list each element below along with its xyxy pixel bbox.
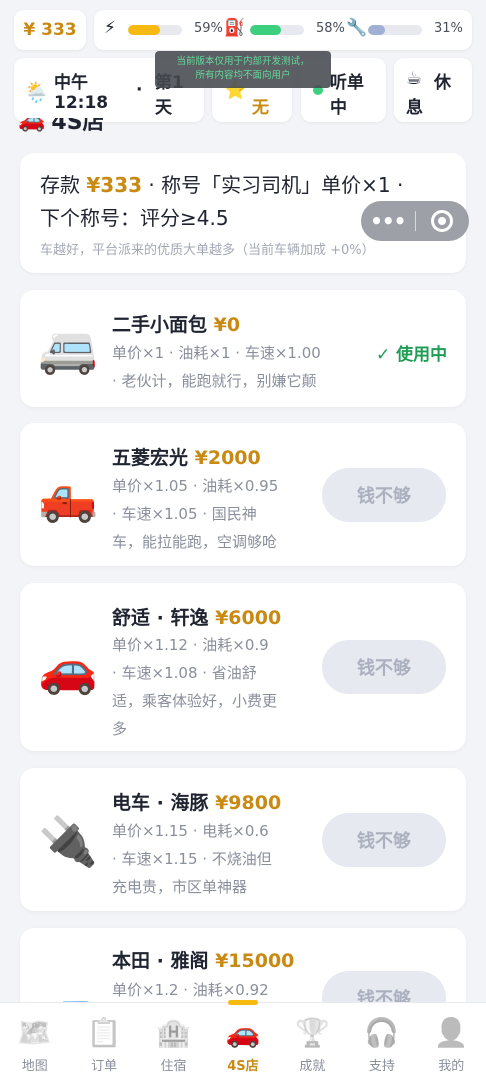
tab-profile[interactable]: 👤 我的 (417, 1003, 486, 1080)
energy-percent: 59% (194, 21, 223, 36)
electric-plug-icon: 🔌 (38, 814, 98, 870)
rest-label-line1: 休 (434, 73, 451, 93)
fuel-percent: 58% (316, 21, 345, 36)
tab-label: 4S店 (227, 1059, 259, 1074)
tab-label: 地图 (21, 1059, 48, 1074)
tab-support[interactable]: 🎧 支持 (347, 1003, 416, 1080)
trophy-icon: 🏆 (294, 1016, 330, 1049)
clipboard-icon: 📋 (86, 1016, 122, 1049)
clock-time: 12:18 (54, 93, 109, 113)
event-value: 无 (252, 98, 269, 118)
tab-label: 我的 (438, 1059, 465, 1074)
car-desc: 单价×1.12 · 油耗×0.9 · 车速×1.08 · 省油舒 适，乘客体验好… (112, 636, 278, 738)
buy-button-disabled[interactable]: 钱不够 (322, 813, 446, 867)
order-status-line1: 听单 (330, 73, 364, 93)
car-price: ¥0 (213, 314, 241, 336)
deposit-label: 存款 (40, 173, 80, 197)
rest-label-line2: 息 (406, 98, 423, 118)
car-card-minibus: 🚐 二手小面包 ¥0 单价×1 · 油耗×1 · 车速×1.00 · 老伙计，能… (20, 290, 466, 407)
map-icon: 🗺️ (17, 1016, 53, 1049)
red-car-icon: 🚗 (38, 641, 98, 697)
tab-achievements[interactable]: 🏆 成就 (278, 1003, 347, 1080)
fuel-bar (250, 25, 304, 35)
car-desc: 单价×1.2 · 油耗×0.92 (112, 981, 269, 999)
tab-lodging[interactable]: 🏨 住宿 (139, 1003, 208, 1080)
summary-line1: 存款 ¥333 · 称号「实习司机」单价×1 · (40, 169, 403, 198)
rest-button[interactable]: ☕ 休 息 (394, 58, 472, 122)
money-chip: ¥ 333 (14, 10, 86, 50)
bottom-tab-bar: 🗺️ 地图 📋 订单 🏨 住宿 🚗 4S店 🏆 成就 🎧 支持 👤 我的 (0, 1000, 486, 1080)
separator-dot: · (136, 80, 143, 100)
close-target-icon (431, 210, 454, 232)
fuel-pump-icon: ⛽ (224, 18, 246, 38)
tab-4s-store[interactable]: 🚗 4S店 (208, 1000, 277, 1080)
miniprogram-capsule: ••• (361, 201, 469, 241)
hotel-icon: 🏨 (156, 1016, 191, 1049)
time-period: 中午 (54, 73, 88, 93)
car-name: 电车 · 海豚 ¥9800 (112, 792, 282, 814)
user-icon: 👤 (433, 1016, 469, 1049)
money-value: ¥ 333 (23, 20, 77, 40)
repair-percent: 31% (434, 21, 463, 36)
car-price: ¥2000 (194, 447, 261, 469)
car-desc: 单价×1.05 · 油耗×0.95 · 车速×1.05 · 国民神 车，能拉能跑… (112, 477, 279, 551)
close-button[interactable] (415, 210, 469, 232)
pickup-truck-icon: 🛻 (38, 469, 98, 525)
repair-bar-fill (368, 25, 385, 35)
deposit-value: ¥333 (86, 173, 143, 197)
tab-map[interactable]: 🗺️ 地图 (0, 1003, 69, 1080)
tab-label: 订单 (91, 1059, 118, 1074)
fuel-bar-fill (250, 25, 282, 35)
toast-line1: 当前版本仅用于内部开发测试， (176, 56, 310, 67)
car-name: 五菱宏光 ¥2000 (112, 447, 261, 469)
title-info: · 称号「实习司机」单价×1 · (142, 173, 404, 197)
tab-orders[interactable]: 📋 订单 (69, 1003, 138, 1080)
car-price: ¥6000 (215, 607, 282, 629)
energy-icon: ⚡ (104, 18, 116, 38)
car-desc: 单价×1.15 · 电耗×0.6 · 车速×1.15 · 不烧油但 充电贵，市区… (112, 822, 272, 896)
order-status-line2: 中 (330, 98, 347, 118)
buy-button-disabled[interactable]: 钱不够 (322, 468, 446, 522)
car-card-sylphy: 🚗 舒适 · 轩逸 ¥6000 单价×1.12 · 油耗×0.9 · 车速×1.… (20, 583, 466, 751)
headphones-icon: 🎧 (364, 1016, 400, 1049)
car-desc: 单价×1 · 油耗×1 · 车速×1.00 · 老伙计，能跑就行，别嫌它颠 (112, 344, 321, 390)
day-count-unit: 天 (155, 98, 172, 118)
buy-button-disabled[interactable]: 钱不够 (322, 640, 446, 694)
summary-hint: 车越好，平台派来的优质大单越多（当前车辆加成 +0%） (40, 243, 375, 258)
coffee-icon: ☕ (406, 68, 423, 89)
car-name: 舒适 · 轩逸 ¥6000 (112, 607, 282, 629)
car-price: ¥9800 (215, 792, 282, 814)
tab-label: 支持 (368, 1059, 395, 1074)
wrench-icon: 🔧 (346, 18, 368, 38)
car-name: 二手小面包 ¥0 (112, 314, 241, 336)
car-card-dolphin: 🔌 电车 · 海豚 ¥9800 单价×1.15 · 电耗×0.6 · 车速×1.… (20, 768, 466, 911)
minibus-icon: 🚐 (38, 321, 98, 377)
repair-bar (368, 25, 422, 35)
car-price: ¥15000 (215, 950, 295, 972)
status-meters: ⚡ 59% ⛽ 58% 🔧 31% (94, 10, 472, 50)
tab-label: 住宿 (160, 1059, 187, 1074)
car-card-wuling: 🛻 五菱宏光 ¥2000 单价×1.05 · 油耗×0.95 · 车速×1.05… (20, 423, 466, 566)
tab-label: 成就 (299, 1059, 326, 1074)
weather-icon: 🌦️ (24, 80, 49, 104)
in-use-badge: ✓ 使用中 (376, 345, 448, 365)
car-name: 本田 · 雅阁 ¥15000 (112, 950, 295, 972)
energy-bar-fill (128, 25, 160, 35)
car-icon: 🚗 (225, 1016, 261, 1049)
next-title: 下个称号：评分≥4.5 (40, 206, 229, 230)
dev-test-toast: 当前版本仅用于内部开发测试， 所有内容均不面向用户 (155, 51, 331, 88)
more-menu-icon[interactable]: ••• (361, 209, 415, 233)
energy-bar (128, 25, 182, 35)
toast-line2: 所有内容均不面向用户 (195, 70, 291, 81)
